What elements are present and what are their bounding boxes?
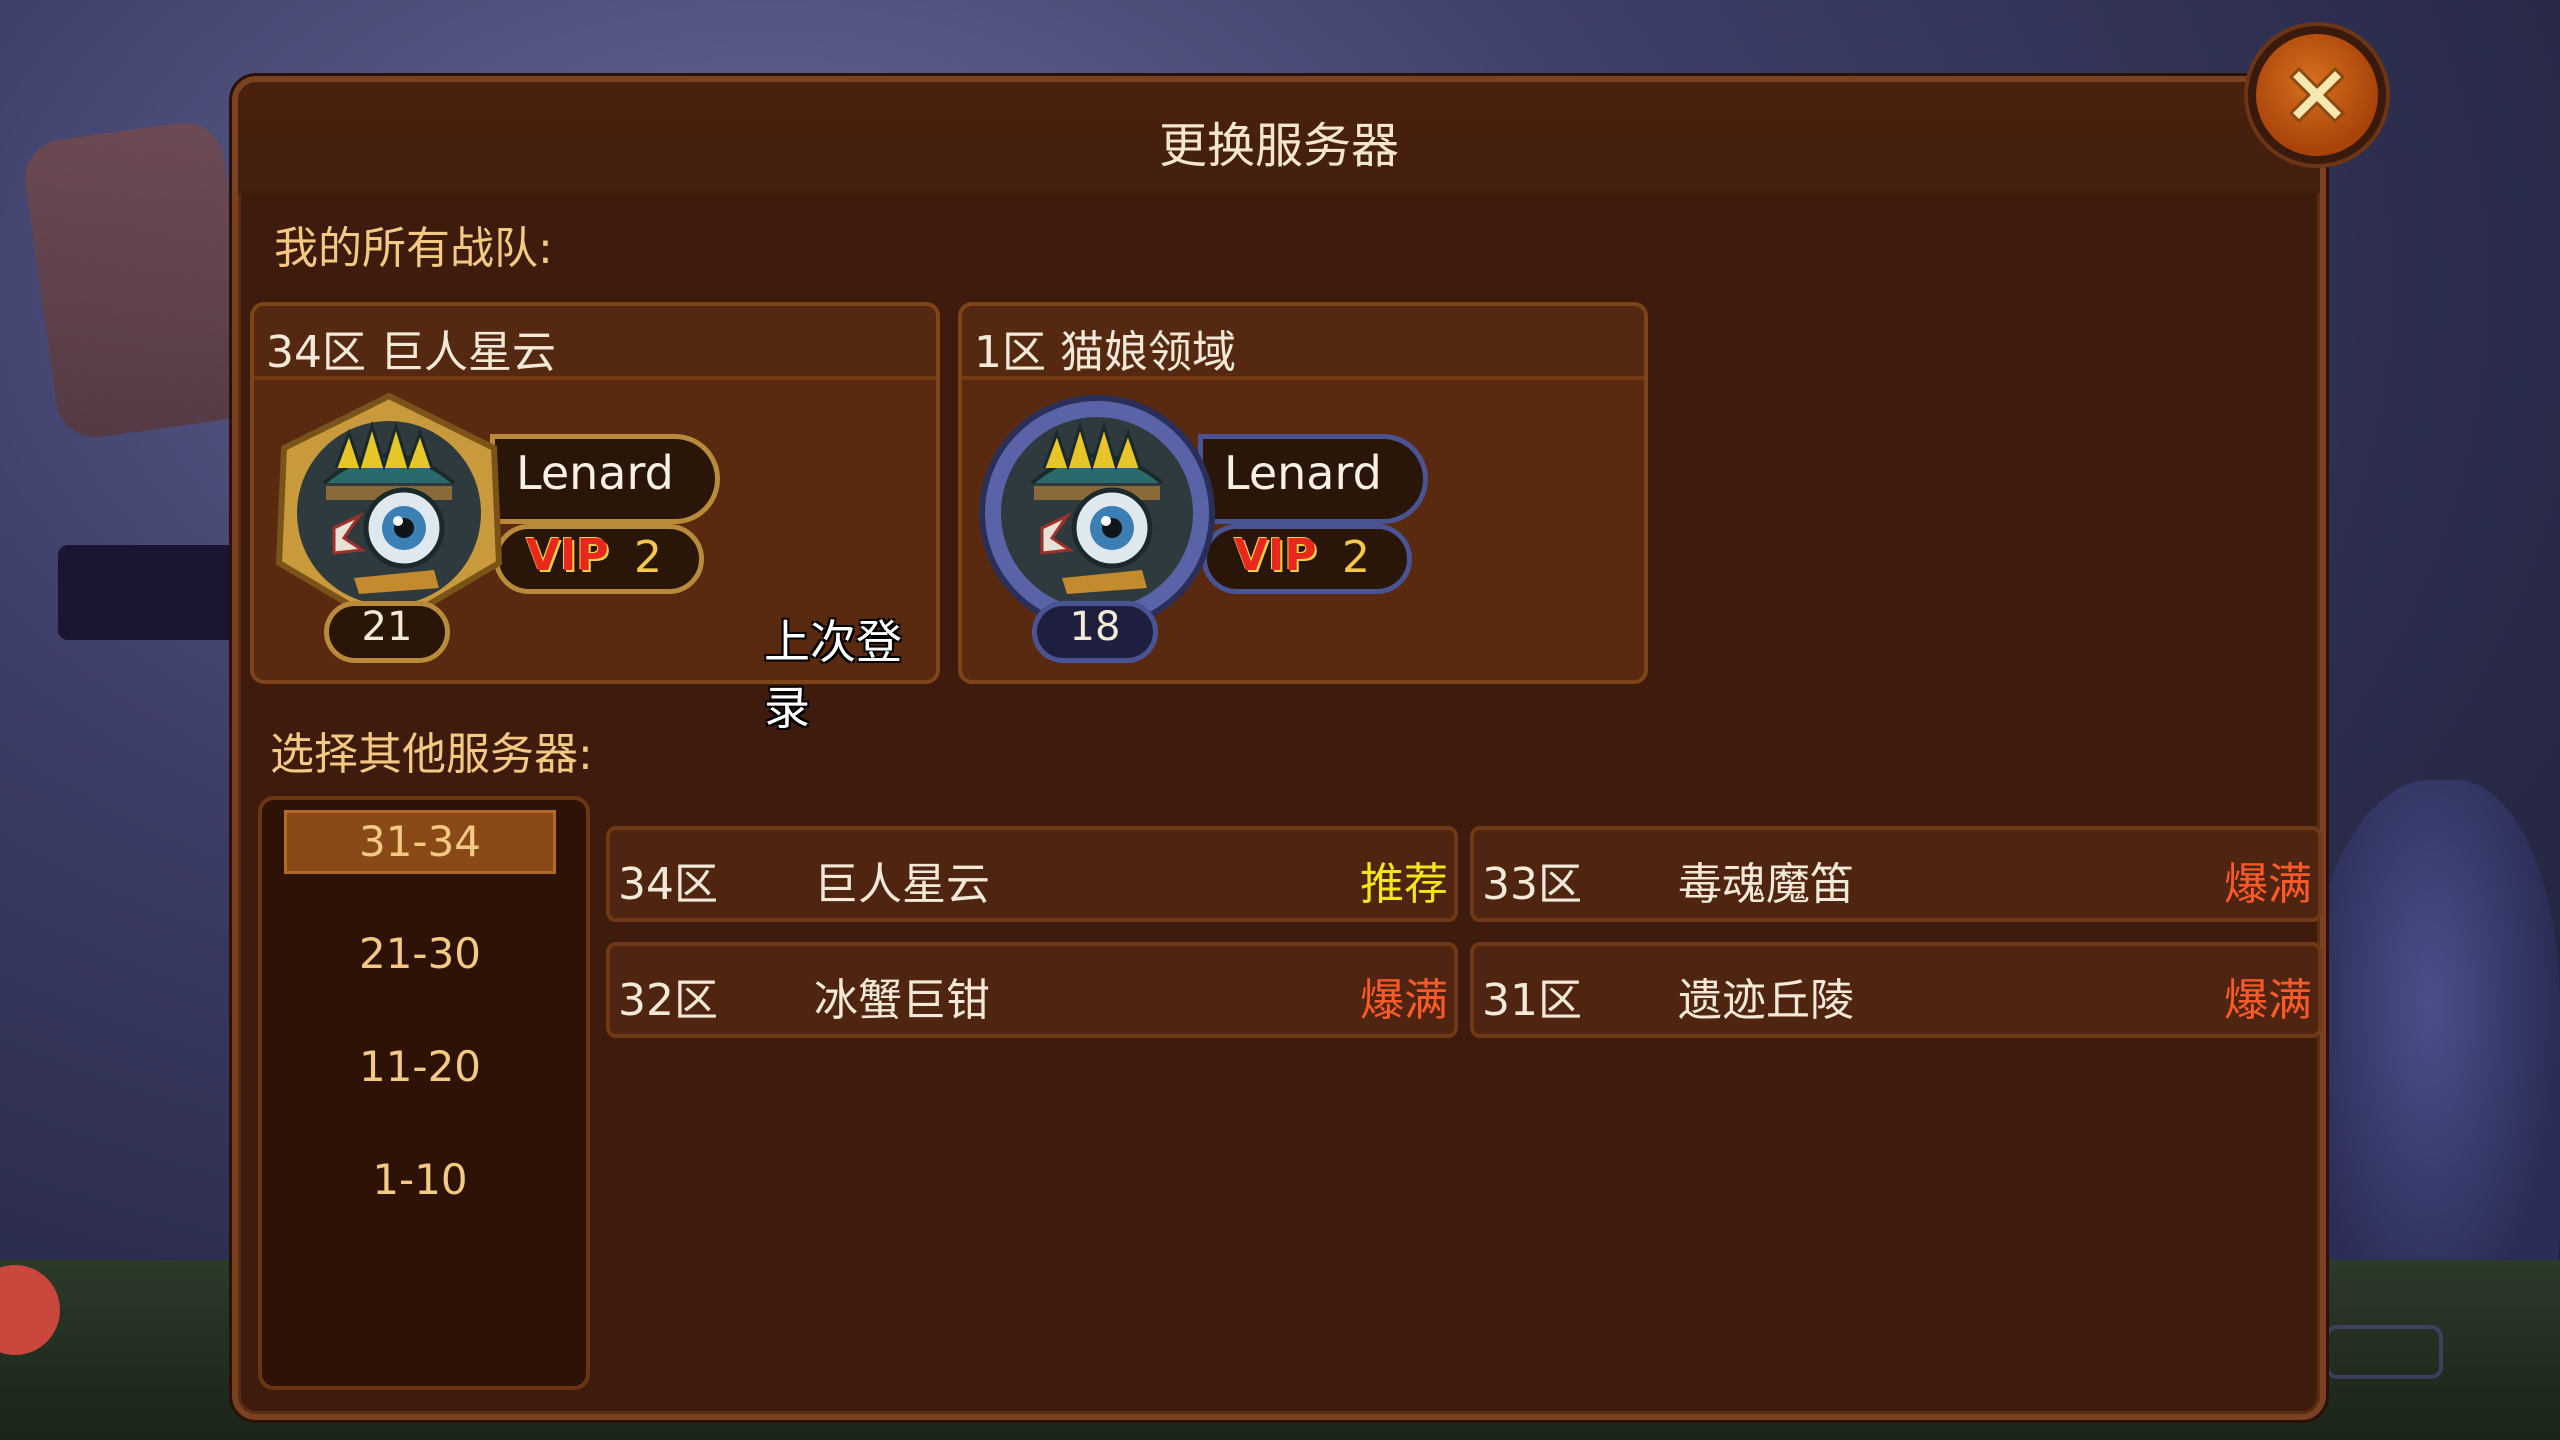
server-name: 遗迹丘陵	[1678, 975, 1854, 1026]
background-bar	[58, 545, 258, 640]
server-name: 冰蟹巨钳	[814, 975, 990, 1026]
player-name: Lenard	[516, 446, 674, 500]
vip-label: VIP	[526, 530, 609, 581]
server-zone: 32区	[618, 975, 718, 1026]
dialog-title: 更换服务器	[1158, 118, 1399, 174]
server-zone: 31区	[1482, 975, 1582, 1026]
server-name: 巨人星云	[814, 859, 990, 910]
change-server-dialog: 更换服务器 我的所有战队: 34区 巨人星云 Lenard VIP 2 21 上…	[232, 76, 2326, 1420]
range-tab-11-20[interactable]: 11-20	[284, 1035, 556, 1099]
vip-label: VIP	[1234, 530, 1317, 581]
server-range-list: 31-34 21-30 11-20 1-10	[258, 796, 590, 1390]
vip-level: 2	[1342, 532, 1370, 583]
server-status-badge: 爆满	[2224, 859, 2312, 910]
background-creature	[2300, 780, 2560, 1340]
other-servers-label: 选择其他服务器:	[270, 729, 593, 780]
last-login-tag: 上次登录	[764, 615, 902, 735]
player-name: Lenard	[1224, 446, 1382, 500]
server-row-33[interactable]: 33区 毒魂魔笛 爆满	[1470, 826, 2322, 922]
background-sign	[20, 117, 260, 443]
server-row-31[interactable]: 31区 遗迹丘陵 爆满	[1470, 942, 2322, 1038]
server-name: 毒魂魔笛	[1678, 859, 1854, 910]
server-status-badge: 推荐	[1360, 859, 1448, 910]
dialog-header: 更换服务器	[238, 82, 2320, 194]
team-card-server: 34区 巨人星云	[266, 327, 556, 378]
team-card-header: 1区 猫娘领域	[962, 306, 1644, 380]
server-row-32[interactable]: 32区 冰蟹巨钳 爆满	[606, 942, 1458, 1038]
team-card-1[interactable]: 1区 猫娘领域 Lenard VIP 2 18	[958, 302, 1648, 684]
server-row-34[interactable]: 34区 巨人星云 推荐	[606, 826, 1458, 922]
range-tab-1-10[interactable]: 1-10	[284, 1148, 556, 1212]
player-level: 18	[1069, 604, 1121, 650]
team-card-34[interactable]: 34区 巨人星云 Lenard VIP 2 21 上次登录	[250, 302, 940, 735]
close-button[interactable]	[2248, 26, 2386, 164]
server-status-badge: 爆满	[2224, 975, 2312, 1026]
range-tab-21-30[interactable]: 21-30	[284, 922, 556, 986]
close-x-icon	[2289, 67, 2345, 123]
my-teams-label: 我的所有战队:	[274, 223, 553, 274]
player-level: 21	[361, 604, 413, 650]
team-card-header: 34区 巨人星云	[254, 306, 936, 380]
server-zone: 34区	[618, 859, 718, 910]
server-zone: 33区	[1482, 859, 1582, 910]
background-back-button	[2325, 1325, 2443, 1379]
team-card-server: 1区 猫娘领域	[974, 327, 1236, 378]
vip-level: 2	[634, 532, 662, 583]
server-status-badge: 爆满	[1360, 975, 1448, 1026]
range-tab-31-34[interactable]: 31-34	[284, 810, 556, 874]
